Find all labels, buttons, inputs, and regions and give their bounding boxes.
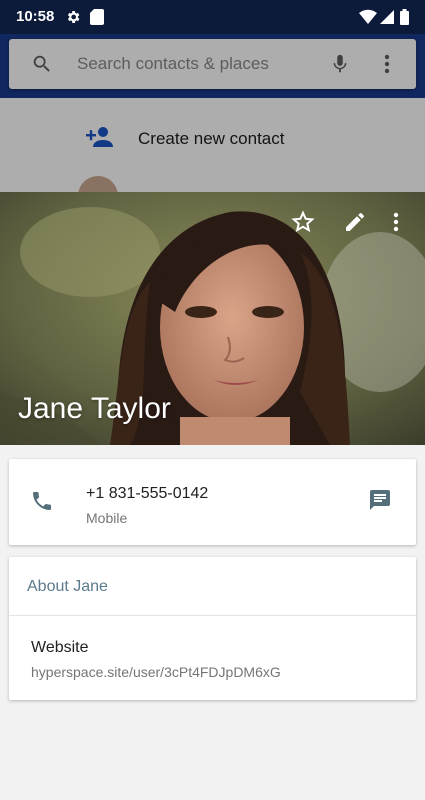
divider xyxy=(9,615,416,616)
message-icon[interactable] xyxy=(368,488,392,517)
wifi-icon xyxy=(359,9,377,30)
about-title: About Jane xyxy=(27,578,108,595)
status-time: 10:58 xyxy=(16,8,55,25)
website-link[interactable]: hyperspace.site/user/3cPt4FDJpDM6xG xyxy=(31,664,281,680)
phone-card[interactable]: +1 831-555-0142 Mobile xyxy=(9,459,416,545)
about-card: About Jane Website hyperspace.site/user/… xyxy=(9,557,416,700)
star-icon[interactable] xyxy=(291,210,315,239)
phone-icon[interactable] xyxy=(30,489,54,518)
more-vert-icon[interactable] xyxy=(390,210,402,239)
battery-icon xyxy=(400,9,409,30)
phone-type-label: Mobile xyxy=(86,510,128,526)
settings-icon xyxy=(65,9,81,30)
contact-name: Jane Taylor xyxy=(18,392,171,425)
phone-number[interactable]: +1 831-555-0142 xyxy=(86,485,208,503)
website-label: Website xyxy=(31,639,89,656)
status-bar: 10:58 xyxy=(0,0,425,34)
dim-overlay xyxy=(0,34,425,194)
empty-area xyxy=(0,712,425,800)
sim-card-icon xyxy=(90,9,104,30)
signal-icon xyxy=(380,9,394,30)
edit-icon[interactable] xyxy=(343,210,367,239)
